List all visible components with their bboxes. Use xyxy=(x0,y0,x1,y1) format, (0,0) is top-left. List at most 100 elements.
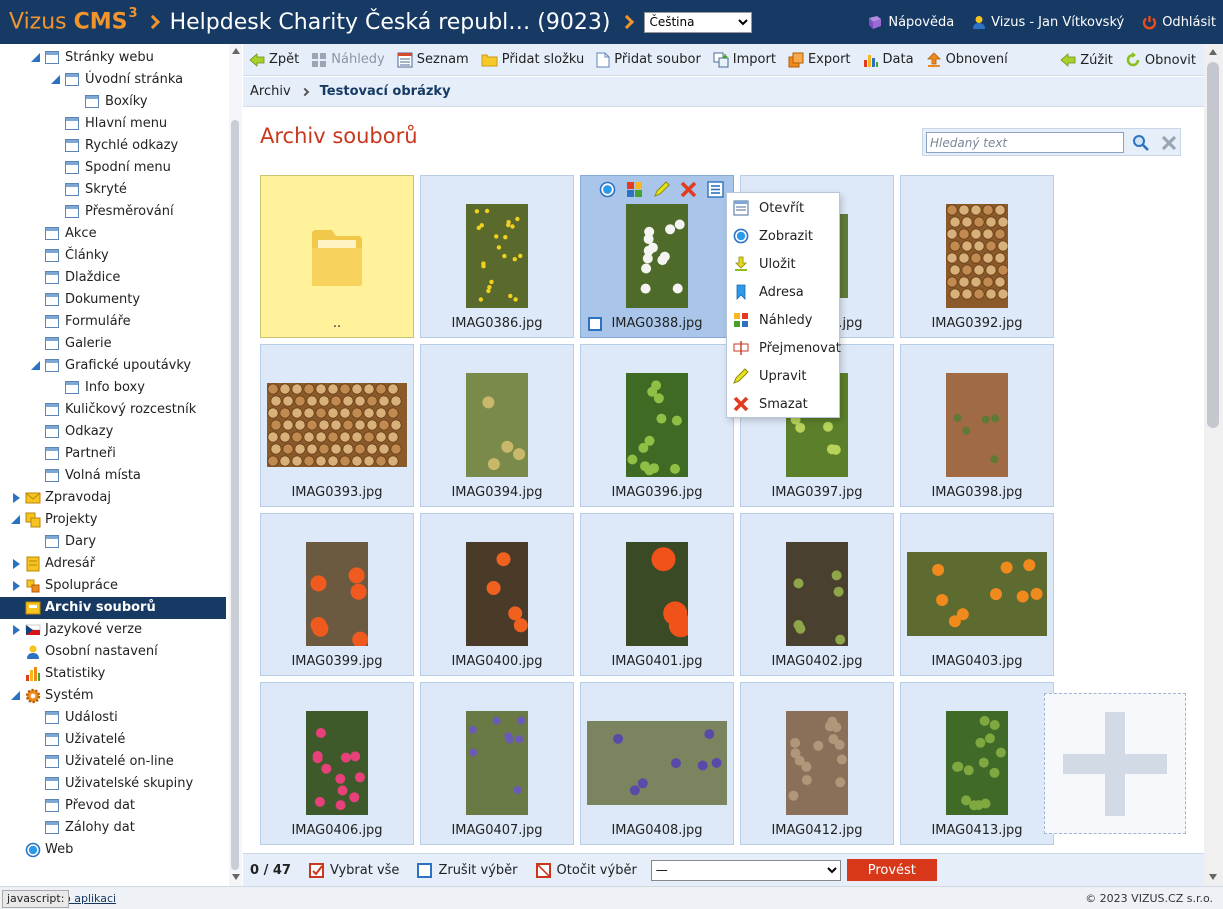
search-input[interactable] xyxy=(926,132,1124,153)
sidebar-item[interactable]: Zpravodaj xyxy=(0,487,226,509)
context-menu-item[interactable]: Přejmenovat xyxy=(727,334,841,362)
sidebar-item[interactable]: Uživatelé xyxy=(0,729,226,751)
sidebar-item[interactable]: Adresář xyxy=(0,553,226,575)
sidebar-item[interactable]: Formuláře xyxy=(0,311,226,333)
file-tile[interactable]: IMAG0413.jpg xyxy=(900,682,1054,845)
file-tile[interactable]: IMAG0394.jpg xyxy=(420,344,574,507)
scroll-down-arrow[interactable] xyxy=(1209,874,1217,880)
file-tile[interactable]: IMAG0400.jpg xyxy=(420,513,574,676)
file-tile[interactable]: IMAG0407.jpg xyxy=(420,682,574,845)
collapsed-arrow-icon[interactable] xyxy=(13,493,20,503)
sidebar-item[interactable]: Úvodní stránka xyxy=(0,69,226,91)
sidebar-item[interactable]: Info boxy xyxy=(0,377,226,399)
file-tile[interactable]: IMAG0406.jpg xyxy=(260,682,414,845)
expanded-arrow-icon[interactable] xyxy=(51,75,60,84)
add-file-button[interactable]: Přidat soubor xyxy=(590,44,707,76)
search-icon[interactable] xyxy=(1132,134,1150,152)
list-button[interactable]: Seznam xyxy=(391,44,475,76)
refresh-button[interactable]: Obnovení xyxy=(920,44,1014,76)
sidebar-item[interactable]: Boxíky xyxy=(0,91,226,113)
file-tile[interactable]: IMAG0399.jpg xyxy=(260,513,414,676)
sidebar-item[interactable]: Rychlé odkazy xyxy=(0,135,226,157)
sidebar-item[interactable]: Zálohy dat xyxy=(0,817,226,839)
file-tile[interactable]: IMAG0403.jpg xyxy=(900,513,1054,676)
collapsed-arrow-icon[interactable] xyxy=(13,581,20,591)
sidebar-scrollbar[interactable] xyxy=(229,44,242,886)
sidebar-item[interactable]: Odkazy xyxy=(0,421,226,443)
user-link[interactable]: Vizus - Jan Vítkovský xyxy=(972,15,1124,30)
collapsed-arrow-icon[interactable] xyxy=(13,559,20,569)
file-tile[interactable]: IMAG0393.jpg xyxy=(260,344,414,507)
sidebar-item[interactable]: Grafické upoutávky xyxy=(0,355,226,377)
sidebar-item[interactable]: Archiv souborů xyxy=(0,597,226,619)
breadcrumb-root[interactable]: Archiv xyxy=(250,84,291,99)
sidebar-item[interactable]: Události xyxy=(0,707,226,729)
sidebar-item[interactable]: Skryté xyxy=(0,179,226,201)
scroll-up-arrow[interactable] xyxy=(1209,49,1217,55)
sidebar-item[interactable]: Stránky webu xyxy=(0,47,226,69)
sidebar-item[interactable]: Systém xyxy=(0,685,226,707)
context-menu-item[interactable]: Smazat xyxy=(727,390,839,418)
sidebar-item[interactable]: Dary xyxy=(0,531,226,553)
add-folder-button[interactable]: Přidat složku xyxy=(475,44,591,76)
sidebar-item[interactable]: Spolupráce xyxy=(0,575,226,597)
sidebar-item[interactable]: Kuličkový rozcestník xyxy=(0,399,226,421)
expanded-arrow-icon[interactable] xyxy=(11,515,20,524)
sidebar-item[interactable]: Osobní nastavení xyxy=(0,641,226,663)
sidebar-item[interactable]: Partneři xyxy=(0,443,226,465)
reload-button[interactable]: Obnovit xyxy=(1119,44,1204,76)
narrow-button[interactable]: Zúžit xyxy=(1054,44,1119,76)
breadcrumb-current[interactable]: Testovací obrázky xyxy=(320,84,451,99)
sidebar-item[interactable]: Dokumenty xyxy=(0,289,226,311)
site-title[interactable]: Helpdesk Charity Česká republ… (9023) xyxy=(170,10,611,35)
edit-icon[interactable] xyxy=(653,181,670,198)
collapsed-arrow-icon[interactable] xyxy=(13,625,20,635)
sidebar-item[interactable]: Uživatelé on-line xyxy=(0,751,226,773)
context-menu-item[interactable]: Náhledy xyxy=(727,306,839,334)
language-select[interactable]: Čeština xyxy=(644,11,753,33)
file-tile[interactable]: IMAG0388.jpg xyxy=(580,175,734,338)
scroll-down-arrow[interactable] xyxy=(232,874,240,880)
context-menu-item[interactable]: Uložit xyxy=(727,250,839,278)
back-button[interactable]: Zpět xyxy=(243,44,305,76)
file-tile[interactable]: IMAG0392.jpg xyxy=(900,175,1054,338)
sidebar-item[interactable]: Hlavní menu xyxy=(0,113,226,135)
context-menu-item[interactable]: Otevřít xyxy=(727,194,839,222)
select-all-button[interactable]: Vybrat vše xyxy=(308,862,399,878)
expanded-arrow-icon[interactable] xyxy=(31,361,40,370)
file-tile[interactable]: IMAG0412.jpg xyxy=(740,682,894,845)
import-button[interactable]: Import xyxy=(707,44,782,76)
sidebar-item[interactable]: Dlaždice xyxy=(0,267,226,289)
add-file-dropzone[interactable] xyxy=(1044,693,1186,834)
sidebar-item[interactable]: Akce xyxy=(0,223,226,245)
view-icon[interactable] xyxy=(599,181,616,198)
sidebar-item[interactable]: Web xyxy=(0,839,226,861)
bulk-action-select[interactable]: — xyxy=(650,859,841,881)
context-menu-item[interactable]: Upravit xyxy=(727,362,839,390)
thumbnails-button[interactable]: Náhledy xyxy=(305,44,391,76)
file-tile[interactable]: IMAG0402.jpg xyxy=(740,513,894,676)
sidebar-item[interactable]: Články xyxy=(0,245,226,267)
context-menu-item[interactable]: Zobrazit xyxy=(727,222,839,250)
menu-icon[interactable] xyxy=(707,181,724,198)
main-scrollbar[interactable] xyxy=(1204,44,1223,886)
sidebar-item[interactable]: Jazykové verze xyxy=(0,619,226,641)
logout-link[interactable]: Odhlásit xyxy=(1142,15,1216,30)
thumbnails-icon[interactable] xyxy=(626,181,643,198)
sidebar-item[interactable]: Galerie xyxy=(0,333,226,355)
data-button[interactable]: Data xyxy=(857,44,920,76)
export-button[interactable]: Export xyxy=(782,44,857,76)
sidebar-item[interactable]: Projekty xyxy=(0,509,226,531)
folder-up-tile[interactable]: .. xyxy=(260,175,414,338)
delete-icon[interactable] xyxy=(680,181,697,198)
help-link[interactable]: Nápověda xyxy=(867,15,954,30)
sidebar-item[interactable]: Uživatelské skupiny xyxy=(0,773,226,795)
invert-selection-button[interactable]: Otočit výběr xyxy=(535,862,637,878)
file-tile[interactable]: IMAG0398.jpg xyxy=(900,344,1054,507)
clear-search-icon[interactable] xyxy=(1160,134,1178,152)
sidebar-scroll-thumb[interactable] xyxy=(231,120,239,870)
brand-logo[interactable]: Vizus CMS3 xyxy=(9,6,138,34)
run-action-button[interactable]: Provést xyxy=(846,859,937,881)
scroll-up-arrow[interactable] xyxy=(232,48,240,54)
file-tile[interactable]: IMAG0386.jpg xyxy=(420,175,574,338)
